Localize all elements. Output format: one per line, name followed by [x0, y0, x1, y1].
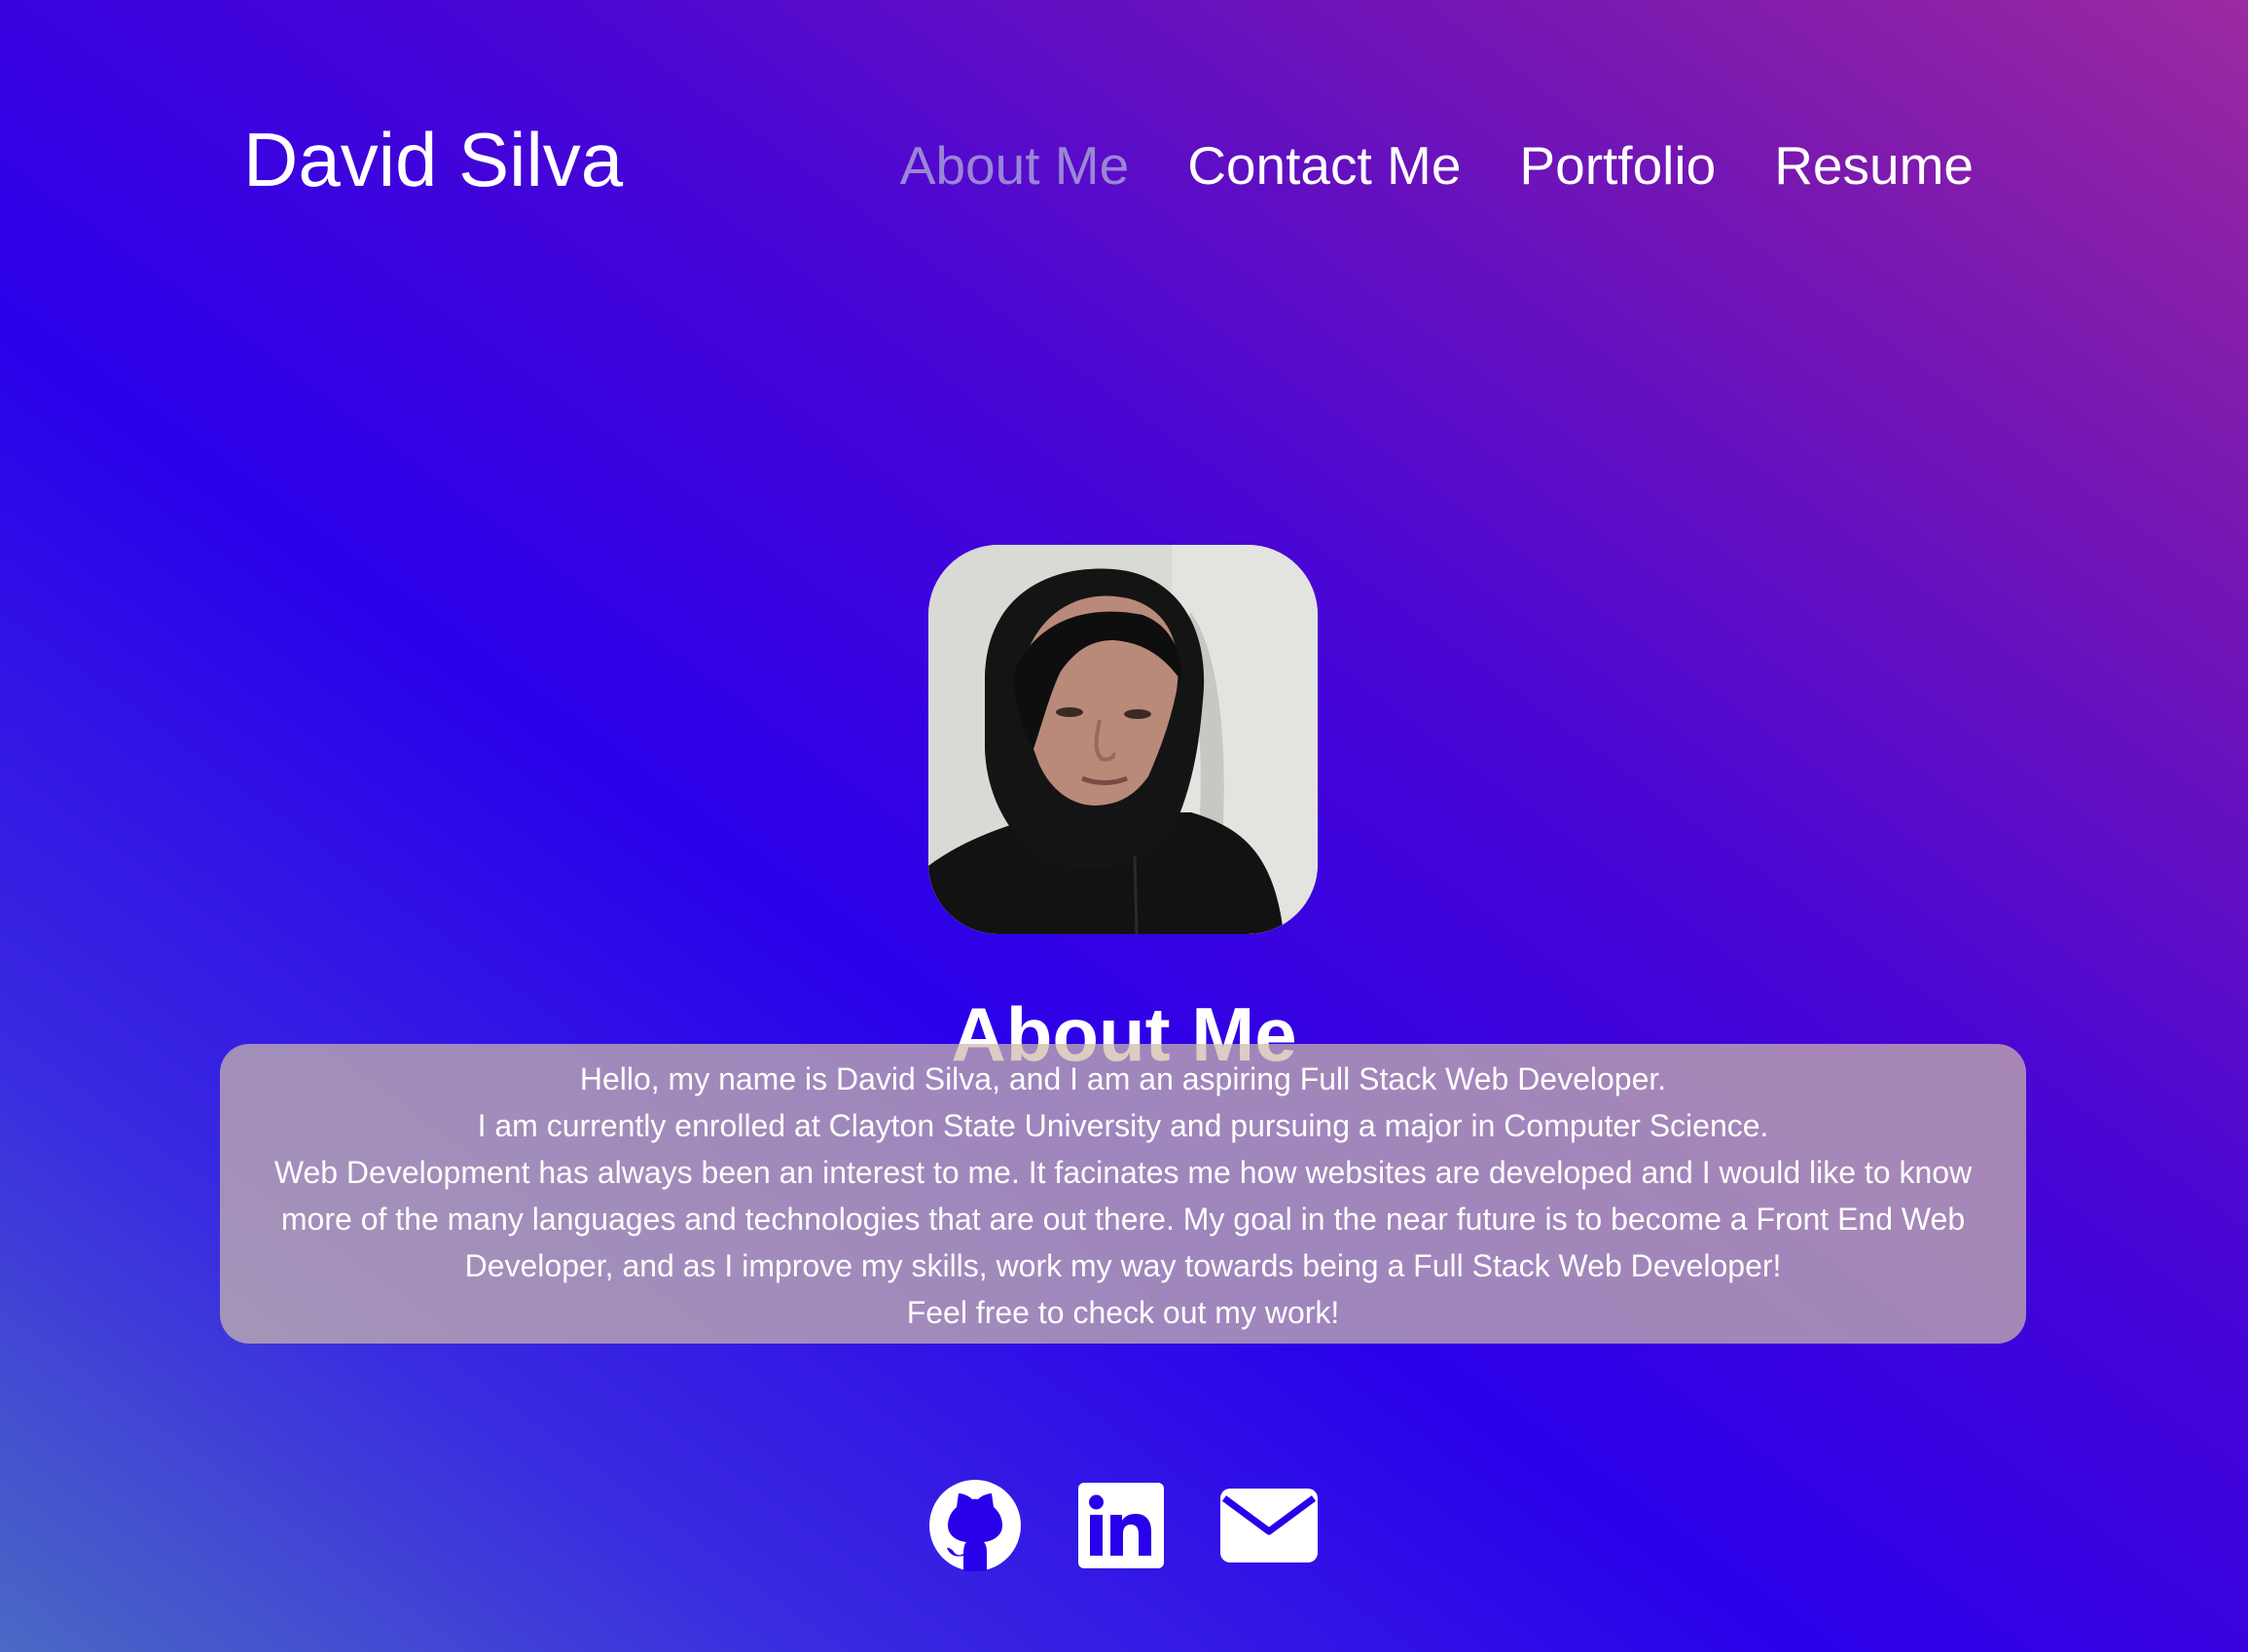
site-brand[interactable]: David Silva	[243, 115, 623, 204]
about-paragraph: Web Development has always been an inter…	[273, 1155, 1973, 1283]
linkedin-link[interactable]	[1078, 1483, 1164, 1568]
github-icon	[929, 1480, 1021, 1571]
nav-resume[interactable]: Resume	[1774, 134, 1974, 197]
email-icon	[1220, 1489, 1318, 1562]
about-paragraph: Feel free to check out my work!	[906, 1295, 1340, 1330]
site-header: David Silva About Me Contact Me Portfoli…	[0, 0, 2248, 321]
email-link[interactable]	[1220, 1489, 1318, 1562]
main-navigation: About Me Contact Me Portfolio Resume	[900, 134, 1974, 197]
github-link[interactable]	[928, 1479, 1022, 1572]
social-links	[928, 1479, 1318, 1572]
nav-portfolio[interactable]: Portfolio	[1519, 134, 1716, 197]
linkedin-icon	[1078, 1483, 1164, 1568]
about-paragraph: Hello, my name is David Silva, and I am …	[579, 1061, 1667, 1096]
nav-contact-me[interactable]: Contact Me	[1187, 134, 1461, 197]
nav-about-me[interactable]: About Me	[900, 134, 1129, 197]
about-paragraph: I am currently enrolled at Clayton State…	[477, 1108, 1769, 1143]
profile-photo-illustration	[928, 545, 1318, 934]
profile-photo	[928, 545, 1318, 934]
about-me-card: Hello, my name is David Silva, and I am …	[220, 1044, 2026, 1344]
